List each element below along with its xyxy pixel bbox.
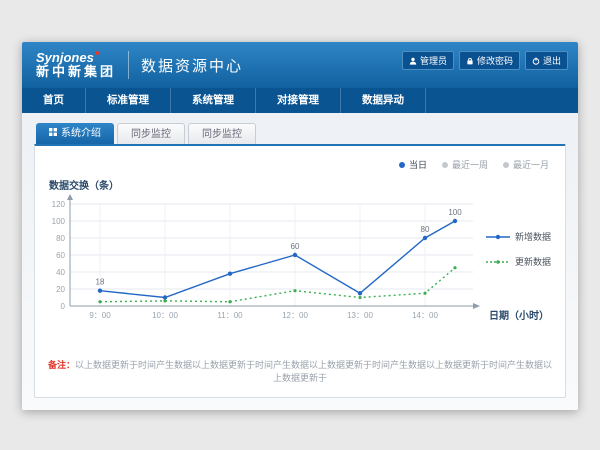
footer-note: 备注：以上数据更新于时间产生数据以上数据更新于时间产生数据以上数据更新于时间产生… [45,358,555,384]
nav-item-standard-mgmt[interactable]: 标准管理 [86,88,171,113]
tab-label: 同步监控 [131,124,171,145]
filter-label: 最近一周 [452,158,488,171]
svg-text:80: 80 [421,225,430,234]
svg-text:60: 60 [56,251,65,260]
legend-label: 更新数据 [515,255,551,268]
svg-text:11：00: 11：00 [217,311,243,320]
change-password-label: 修改密码 [477,54,513,67]
logo-red-dot-icon [95,51,99,55]
grid-icon [49,123,57,144]
svg-text:0: 0 [61,302,66,311]
main-nav: 首页 标准管理 系统管理 对接管理 数据异动 [22,88,578,113]
nav-item-system-mgmt[interactable]: 系统管理 [171,88,256,113]
nav-item-interface-mgmt[interactable]: 对接管理 [256,88,341,113]
data-exchange-line-chart: 0 20 40 60 80 100 120 9：00 10：00 11：00 12：00 13：00 1… [49,194,549,324]
content-area: 系统介绍 同步监控 同步监控 当日 最近一周 [22,113,578,410]
svg-text:9：00: 9：00 [89,311,111,320]
legend-label: 新增数据 [515,230,551,243]
synjones-logo: Synjones 新中新集团 [32,51,116,80]
user-actions: 管理员 修改密码 退出 [402,51,568,70]
svg-text:20: 20 [56,285,65,294]
filter-today[interactable]: 当日 [399,158,427,171]
svg-text:12：00: 12：00 [282,311,308,320]
tab-label: 系统介绍 [61,123,101,144]
note-prefix: 备注： [48,360,75,370]
user-icon [409,57,417,65]
blue-line-icon [486,233,510,241]
app-window: Synjones 新中新集团 数据资源中心 管理员 修改密码 [22,42,578,410]
y-axis-title: 数据交换（条） [49,177,555,192]
dot-icon [503,162,509,168]
tab-sync-monitor-2[interactable]: 同步监控 [188,123,256,144]
logout-button[interactable]: 退出 [525,51,568,70]
svg-text:120: 120 [52,200,66,209]
tab-sync-monitor-1[interactable]: 同步监控 [117,123,185,144]
nav-item-home[interactable]: 首页 [22,88,86,113]
svg-text:14：00: 14：00 [412,311,438,320]
admin-user-button[interactable]: 管理员 [402,51,454,70]
app-header: Synjones 新中新集团 数据资源中心 管理员 修改密码 [22,42,578,88]
tab-label: 同步监控 [202,124,242,145]
filter-last-week[interactable]: 最近一周 [442,158,488,171]
svg-text:18: 18 [96,278,105,287]
svg-text:60: 60 [291,242,300,251]
logo-text: Synjones [36,51,116,65]
filter-last-month[interactable]: 最近一月 [503,158,549,171]
tabs: 系统介绍 同步监控 同步监控 [36,123,566,144]
company-name: 新中新集团 [36,65,116,79]
dot-icon [399,162,405,168]
page-title: 数据资源中心 [141,55,243,76]
svg-text:100: 100 [448,208,462,217]
nav-item-data-change[interactable]: 数据异动 [341,88,426,113]
tab-system-intro[interactable]: 系统介绍 [36,123,114,144]
series-legend: 新增数据 更新数据 [486,230,551,268]
change-password-button[interactable]: 修改密码 [459,51,520,70]
svg-text:13：00: 13：00 [347,311,373,320]
header-divider [128,51,129,79]
time-range-filters: 当日 最近一周 最近一月 [45,158,549,171]
filter-label: 最近一月 [513,158,549,171]
legend-update-data[interactable]: 更新数据 [486,255,551,268]
logout-label: 退出 [543,54,561,67]
chart-area: 0 20 40 60 80 100 120 9：00 10：00 11：00 12：00 13：00 1… [49,194,553,332]
chart-panel: 当日 最近一周 最近一月 数据交换（条） 0 20 40 60 80 100 120 9：00… [34,144,566,398]
svg-text:40: 40 [56,268,65,277]
desktop-background: Synjones 新中新集团 数据资源中心 管理员 修改密码 [0,0,600,450]
admin-user-label: 管理员 [420,54,447,67]
legend-new-data[interactable]: 新增数据 [486,230,551,243]
note-text: 以上数据更新于时间产生数据以上数据更新于时间产生数据以上数据更新于时间产生数据以… [75,360,552,383]
power-icon [532,57,540,65]
lock-icon [466,57,474,65]
dot-icon [442,162,448,168]
green-dotted-line-icon [486,258,510,266]
filter-label: 当日 [409,158,427,171]
svg-text:10：00: 10：00 [152,311,178,320]
x-axis-title: 日期（小时） [489,307,549,322]
svg-text:80: 80 [56,234,65,243]
svg-text:100: 100 [52,217,66,226]
